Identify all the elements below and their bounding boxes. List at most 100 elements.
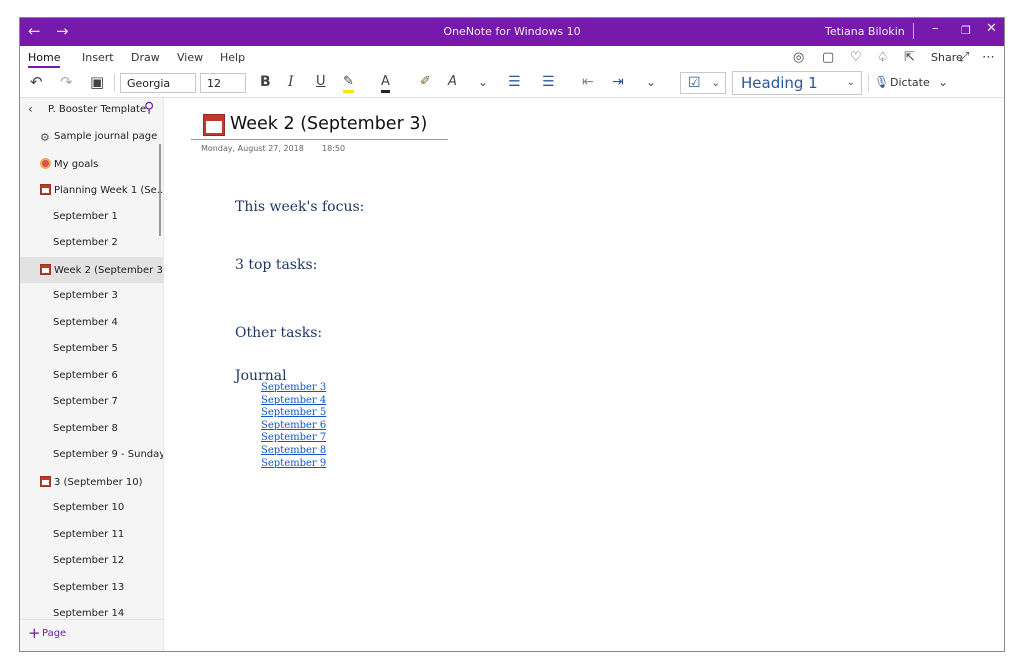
sidebar-page-item[interactable]: September 2 (20, 230, 163, 257)
indent-icon[interactable]: ⇥ (612, 74, 624, 90)
journal-link[interactable]: September 8 (261, 445, 326, 458)
top-tasks-heading[interactable]: 3 top tasks: (235, 257, 317, 273)
clipboard-icon[interactable]: ▣ (90, 74, 104, 90)
journal-link[interactable]: September 6 (261, 420, 326, 433)
sidebar-page-label: September 5 (53, 343, 118, 354)
title-underline (191, 139, 448, 140)
sidebar-page-label: September 7 (53, 396, 118, 407)
sidebar-page-item[interactable]: September 1 (20, 204, 163, 231)
sidebar-page-label: Week 2 (September 3) (54, 264, 164, 276)
underline-button[interactable]: U (316, 74, 326, 90)
page-date: Monday, August 27, 2018 (201, 144, 304, 153)
tab-help[interactable]: Help (220, 51, 245, 64)
sidebar-page-item[interactable]: September 9 - Sunday (20, 442, 164, 469)
italic-button[interactable]: I (288, 74, 294, 90)
outdent-icon[interactable]: ⇤ (582, 74, 594, 90)
sidebar-page-label: September 9 - Sunday (53, 449, 164, 460)
sidebar-page-label: September 13 (53, 581, 125, 593)
add-page-button[interactable]: Page (42, 628, 66, 639)
todo-tag-button[interactable]: ☑ ⌄ (680, 72, 726, 94)
sidebar-page-item[interactable]: September 7 (20, 389, 163, 416)
share-button[interactable]: Share (931, 51, 963, 64)
sidebar-page-label: September 14 (53, 608, 125, 619)
ink-icon[interactable]: ◎ (793, 50, 804, 65)
sidebar-page-item[interactable]: ⚙ Sample journal page (20, 124, 163, 151)
journal-link[interactable]: September 3 (261, 382, 326, 395)
font-size-input[interactable]: 12 (200, 73, 246, 93)
bell-icon[interactable]: ♤ (877, 50, 889, 65)
checkbox-icon: ☑ (688, 75, 701, 91)
close-icon[interactable]: ✕ (986, 21, 997, 36)
minimize-icon[interactable]: – (932, 21, 939, 36)
more-paragraph-chevron-icon[interactable]: ⌄ (646, 74, 656, 90)
sticky-notes-icon[interactable]: ▢ (822, 50, 834, 65)
lightbulb-icon[interactable]: ♡ (850, 50, 862, 65)
bullets-icon[interactable]: ☰ (508, 74, 521, 90)
sidebar-page-item[interactable]: September 3 (20, 283, 163, 310)
font-color-icon[interactable]: A (381, 74, 390, 93)
sidebar-page-label: Sample journal page (54, 131, 158, 142)
more-options-icon[interactable]: ⋯ (982, 50, 995, 65)
bold-button[interactable]: B (260, 74, 271, 90)
sidebar-page-label: September 8 (53, 422, 118, 434)
dictate-button[interactable]: Dictate (890, 76, 930, 89)
sidebar-page-item[interactable]: September 13 (20, 575, 163, 602)
clear-formatting-icon[interactable]: A (448, 74, 457, 90)
sidebar-page-label: 3 (September 10) (54, 476, 143, 488)
highlight-icon[interactable]: ✎ (343, 74, 354, 93)
sidebar-page-label: September 11 (53, 528, 125, 540)
format-painter-icon[interactable]: ✐ (420, 74, 431, 90)
sidebar-page-item[interactable]: September 10 (20, 495, 163, 522)
sidebar-page-item[interactable]: My goals (20, 151, 163, 178)
dictate-chevron-icon[interactable]: ⌄ (938, 74, 948, 90)
notebook-name[interactable]: P. Booster Template (48, 104, 146, 115)
sidebar-scrollbar[interactable] (159, 144, 161, 236)
sidebar-page-item[interactable]: September 6 (20, 363, 163, 390)
undo-icon[interactable]: ↶ (30, 74, 43, 90)
page-title[interactable]: Week 2 (September 3) (230, 114, 427, 134)
formatting-toolbar: ↶ ↷ ▣ Georgia 12 B I U ✎ A ✐ A ⌄ ☰ ☰ ⇤ ⇥… (20, 68, 1004, 98)
sidebar-page-label: September 4 (53, 316, 118, 328)
back-chevron-icon[interactable]: ‹ (28, 102, 33, 116)
redo-icon[interactable]: ↷ (60, 74, 73, 90)
tab-draw[interactable]: Draw (131, 51, 160, 64)
sidebar-page-item[interactable]: 3 (September 10) (20, 469, 163, 496)
title-separator (913, 23, 914, 39)
sidebar-page-label: September 3 (53, 290, 118, 301)
expand-icon[interactable]: ⤢ (959, 50, 969, 65)
tab-insert[interactable]: Insert (82, 51, 114, 64)
more-format-chevron-icon[interactable]: ⌄ (478, 74, 488, 90)
toolbar-divider (114, 74, 115, 92)
user-name[interactable]: Tetiana Bilokin (825, 25, 905, 38)
share-icon[interactable]: ⇱ (904, 50, 915, 65)
sidebar-page-item[interactable]: September 12 (20, 548, 163, 575)
focus-heading[interactable]: This week's focus: (235, 199, 364, 215)
sidebar-page-label: Planning Week 1 (Se... (54, 185, 164, 196)
maximize-icon[interactable]: ❐ (961, 24, 971, 37)
journal-link[interactable]: September 4 (261, 395, 326, 408)
sidebar-page-item[interactable]: September 4 (20, 310, 163, 337)
style-select[interactable]: Heading 1 ⌄ (732, 71, 862, 95)
plus-icon[interactable]: + (28, 624, 41, 642)
journal-link[interactable]: September 7 (261, 432, 326, 445)
page-list: ⚙ Sample journal page My goals Planning Wee… (20, 124, 164, 628)
journal-link[interactable]: September 5 (261, 407, 326, 420)
add-page-bar: + Page (20, 619, 163, 651)
sidebar-page-item[interactable]: Week 2 (September 3) (20, 256, 164, 283)
sidebar-page-item[interactable]: September 8 (20, 416, 163, 443)
other-tasks-heading[interactable]: Other tasks: (235, 325, 322, 341)
sidebar-page-item[interactable]: September 11 (20, 522, 163, 549)
font-name-input[interactable]: Georgia (120, 73, 196, 93)
calendar-icon (40, 475, 51, 487)
numbering-icon[interactable]: ☰ (542, 74, 555, 90)
journal-link[interactable]: September 9 (261, 458, 326, 471)
calendar-icon (203, 114, 225, 136)
tab-view[interactable]: View (177, 51, 203, 64)
sidebar-page-item[interactable]: Planning Week 1 (Se... (20, 177, 164, 204)
page-canvas[interactable]: Week 2 (September 3) Monday, August 27, … (165, 98, 1004, 651)
journal-links: September 3 September 4 September 5 Septemb… (261, 382, 326, 470)
tab-home[interactable]: Home (28, 51, 61, 69)
microphone-icon[interactable]: 🎙 (874, 74, 889, 90)
search-icon[interactable]: ⚲ (144, 100, 154, 116)
sidebar-page-item[interactable]: September 5 (20, 336, 163, 363)
